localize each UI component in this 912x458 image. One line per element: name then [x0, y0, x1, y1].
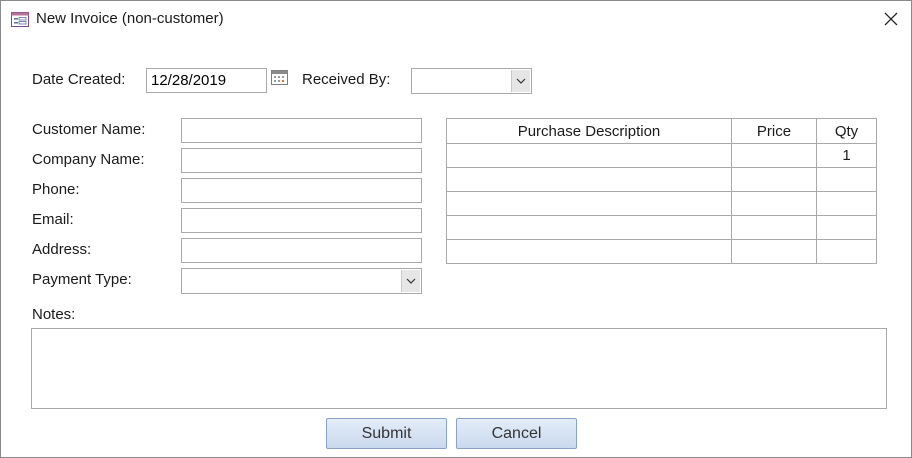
address-input[interactable]	[181, 238, 422, 263]
window-title: New Invoice (non-customer)	[36, 10, 224, 27]
payment-type-dropdown-button[interactable]	[401, 270, 420, 292]
invoice-window: New Invoice (non-customer) Date Created:…	[0, 0, 912, 458]
address-label: Address:	[32, 241, 92, 258]
company-name-label: Company Name:	[32, 151, 145, 168]
phone-label: Phone:	[32, 181, 80, 198]
table-row	[446, 167, 877, 192]
date-created-input[interactable]	[146, 68, 267, 93]
received-by-dropdown-button[interactable]	[511, 70, 530, 92]
description-cell[interactable]	[446, 239, 732, 264]
chevron-down-icon	[406, 278, 416, 284]
purchase-table: Purchase Description Price Qty 1	[446, 118, 877, 264]
table-row	[446, 215, 877, 240]
price-cell[interactable]	[731, 167, 817, 192]
table-row: 1	[446, 143, 877, 168]
description-cell[interactable]	[446, 191, 732, 216]
table-row	[446, 191, 877, 216]
price-cell[interactable]	[731, 239, 817, 264]
price-cell[interactable]	[731, 143, 817, 168]
close-button[interactable]	[877, 5, 905, 33]
close-icon	[884, 12, 898, 26]
customer-name-label: Customer Name:	[32, 121, 146, 138]
company-name-input[interactable]	[181, 148, 422, 173]
received-by-combo[interactable]	[411, 68, 532, 94]
calendar-icon[interactable]	[271, 70, 288, 85]
chevron-down-icon	[516, 78, 526, 84]
column-header-description: Purchase Description	[446, 118, 732, 144]
form-icon	[11, 12, 29, 27]
email-input[interactable]	[181, 208, 422, 233]
price-cell[interactable]	[731, 191, 817, 216]
submit-button[interactable]: Submit	[326, 418, 447, 449]
received-by-label: Received By:	[302, 71, 391, 88]
title-bar: New Invoice (non-customer)	[1, 1, 911, 37]
date-created-label: Date Created:	[32, 71, 126, 88]
table-row	[446, 239, 877, 264]
notes-textarea[interactable]	[31, 328, 887, 409]
payment-type-combo[interactable]	[181, 268, 422, 294]
description-cell[interactable]	[446, 215, 732, 240]
column-header-qty: Qty	[816, 118, 877, 144]
qty-cell[interactable]	[816, 191, 877, 216]
price-cell[interactable]	[731, 215, 817, 240]
notes-label: Notes:	[32, 306, 76, 323]
email-label: Email:	[32, 211, 74, 228]
payment-type-label: Payment Type:	[32, 271, 132, 288]
qty-cell[interactable]	[816, 239, 877, 264]
column-header-price: Price	[731, 118, 817, 144]
customer-name-input[interactable]	[181, 118, 422, 143]
qty-cell[interactable]	[816, 167, 877, 192]
qty-cell[interactable]	[816, 215, 877, 240]
description-cell[interactable]	[446, 167, 732, 192]
phone-input[interactable]	[181, 178, 422, 203]
description-cell[interactable]	[446, 143, 732, 168]
qty-cell[interactable]: 1	[816, 143, 877, 168]
purchase-table-header: Purchase Description Price Qty	[446, 118, 877, 144]
cancel-button[interactable]: Cancel	[456, 418, 577, 449]
